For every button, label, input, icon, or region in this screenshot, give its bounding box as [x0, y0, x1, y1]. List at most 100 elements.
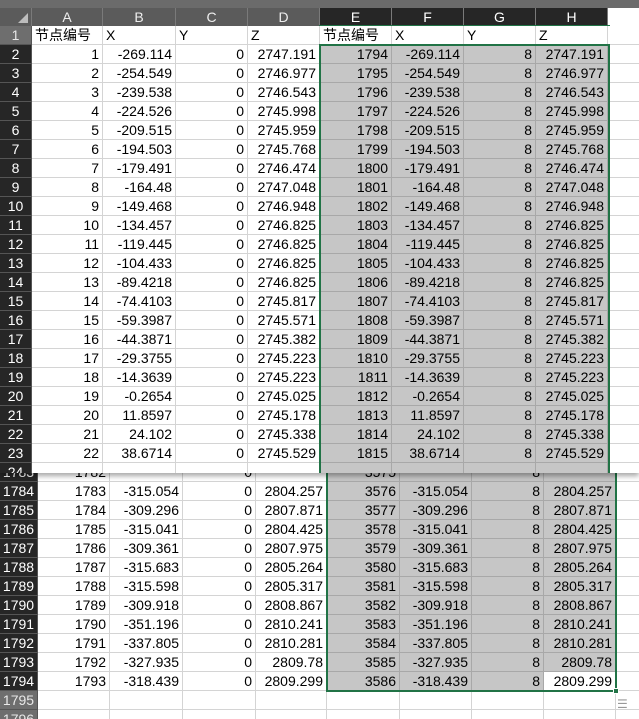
- cell-C[interactable]: 0: [183, 482, 256, 501]
- cell-A[interactable]: 14: [32, 292, 103, 311]
- cell-E[interactable]: 1799: [320, 140, 392, 159]
- cell-E[interactable]: 1794: [320, 45, 392, 64]
- cell-H[interactable]: 2745.338: [536, 425, 608, 444]
- cell-I[interactable]: [616, 672, 639, 691]
- cell-G[interactable]: 8: [464, 311, 536, 330]
- cell-B[interactable]: -14.3639: [103, 368, 176, 387]
- cell-E[interactable]: 3585: [327, 653, 400, 672]
- cell-I[interactable]: [608, 197, 639, 216]
- cell-B[interactable]: -351.196: [110, 615, 183, 634]
- cell[interactable]: [400, 710, 472, 719]
- cell[interactable]: [256, 710, 327, 719]
- cell-I[interactable]: [608, 425, 639, 444]
- cell-G[interactable]: 8: [472, 501, 544, 520]
- cell-H[interactable]: 2745.382: [536, 330, 608, 349]
- cell-B[interactable]: -239.538: [103, 83, 176, 102]
- cell-C[interactable]: 0: [176, 425, 248, 444]
- cell-E[interactable]: 3579: [327, 539, 400, 558]
- cell-D[interactable]: 2810.281: [256, 634, 327, 653]
- cell-E[interactable]: 3582: [327, 596, 400, 615]
- cell[interactable]: [256, 691, 327, 710]
- cell-A[interactable]: 1791: [38, 634, 110, 653]
- row-header[interactable]: 1784: [0, 482, 38, 501]
- row-header[interactable]: 4: [0, 83, 32, 102]
- cell-B[interactable]: -315.683: [110, 558, 183, 577]
- cell-H[interactable]: 2809.78: [544, 653, 616, 672]
- cell-A[interactable]: 7: [32, 159, 103, 178]
- cell-B[interactable]: -179.491: [103, 159, 176, 178]
- cell-A[interactable]: 9: [32, 197, 103, 216]
- cell-A[interactable]: 1790: [38, 615, 110, 634]
- cell-B[interactable]: 24.102: [103, 425, 176, 444]
- cell-I[interactable]: [616, 653, 639, 672]
- cell-B[interactable]: -309.361: [110, 539, 183, 558]
- cell-D[interactable]: 2808.867: [256, 596, 327, 615]
- cell-H[interactable]: 2745.223: [536, 349, 608, 368]
- cell-A[interactable]: 10: [32, 216, 103, 235]
- cell-H[interactable]: 2807.975: [544, 539, 616, 558]
- cell-I[interactable]: [616, 615, 639, 634]
- cell-I[interactable]: [608, 311, 639, 330]
- row-header[interactable]: 23: [0, 444, 32, 463]
- cell-E[interactable]: 3578: [327, 520, 400, 539]
- column-header-C[interactable]: C: [176, 8, 248, 26]
- row-header[interactable]: 2: [0, 45, 32, 64]
- cell-A1[interactable]: 节点编号: [32, 26, 103, 45]
- cell-A[interactable]: 13: [32, 273, 103, 292]
- cell-I[interactable]: [616, 482, 639, 501]
- row-header[interactable]: 15: [0, 292, 32, 311]
- cell-I[interactable]: [616, 634, 639, 653]
- cell-H[interactable]: 2746.977: [536, 64, 608, 83]
- cell-E[interactable]: 1813: [320, 406, 392, 425]
- row-header[interactable]: 14: [0, 273, 32, 292]
- cell-F[interactable]: -351.196: [400, 615, 472, 634]
- cell-H[interactable]: 2746.474: [536, 159, 608, 178]
- cell[interactable]: [472, 710, 544, 719]
- cell-D[interactable]: 2747.048: [248, 178, 320, 197]
- cell-G[interactable]: 8: [464, 178, 536, 197]
- cell-F[interactable]: -315.054: [400, 482, 472, 501]
- row-header[interactable]: 1794: [0, 672, 38, 691]
- cell-F[interactable]: -315.683: [400, 558, 472, 577]
- cell-C[interactable]: 0: [176, 83, 248, 102]
- cell-I[interactable]: [616, 520, 639, 539]
- cell-E[interactable]: 1802: [320, 197, 392, 216]
- row-header[interactable]: 1796: [0, 710, 38, 719]
- cell-D[interactable]: 2745.382: [248, 330, 320, 349]
- cell-D[interactable]: 2747.191: [248, 45, 320, 64]
- cell-C[interactable]: 0: [176, 368, 248, 387]
- cell[interactable]: [176, 463, 248, 473]
- cell-I[interactable]: [608, 178, 639, 197]
- cell-D[interactable]: 2746.825: [248, 235, 320, 254]
- cell[interactable]: [103, 463, 176, 473]
- cell-E[interactable]: 3580: [327, 558, 400, 577]
- cell-C[interactable]: 0: [183, 520, 256, 539]
- cell-G1[interactable]: Y: [464, 26, 536, 45]
- cell-C[interactable]: 0: [176, 178, 248, 197]
- cell-A[interactable]: 1789: [38, 596, 110, 615]
- cell-H[interactable]: 2810.281: [544, 634, 616, 653]
- cell[interactable]: [392, 463, 464, 473]
- cell-I[interactable]: [608, 349, 639, 368]
- cell-D[interactable]: 2745.178: [248, 406, 320, 425]
- cell-G[interactable]: 8: [472, 672, 544, 691]
- cell-C[interactable]: 0: [176, 349, 248, 368]
- cell-I[interactable]: [608, 121, 639, 140]
- cell-G[interactable]: 8: [464, 444, 536, 463]
- cell-G[interactable]: 8: [472, 539, 544, 558]
- cell-A[interactable]: 1785: [38, 520, 110, 539]
- cell-H[interactable]: 2804.425: [544, 520, 616, 539]
- cell-E1[interactable]: 节点编号: [320, 26, 392, 45]
- cell-H[interactable]: 2745.025: [536, 387, 608, 406]
- cell-F[interactable]: -309.918: [400, 596, 472, 615]
- cell-I[interactable]: [608, 292, 639, 311]
- cell-D[interactable]: 2746.825: [248, 254, 320, 273]
- cell-A[interactable]: 6: [32, 140, 103, 159]
- cell-I[interactable]: [616, 596, 639, 615]
- cell-C[interactable]: 0: [176, 292, 248, 311]
- cell-F[interactable]: -179.491: [392, 159, 464, 178]
- cell-A[interactable]: 1793: [38, 672, 110, 691]
- cell-A[interactable]: 1792: [38, 653, 110, 672]
- row-header[interactable]: 9: [0, 178, 32, 197]
- cell-B[interactable]: -194.503: [103, 140, 176, 159]
